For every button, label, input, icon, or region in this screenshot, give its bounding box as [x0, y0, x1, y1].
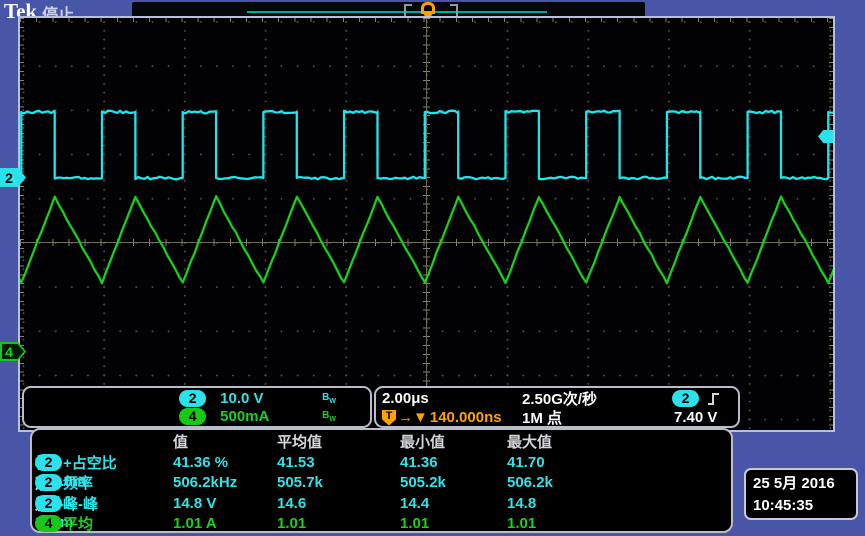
measurement-row-frequency: 2 频率 506.2kHz505.7k 505.2k506.2k 687.1	[32, 472, 731, 493]
ch2-readout[interactable]: 2 10.0 V BW	[28, 389, 336, 407]
ch2-badge[interactable]: 2	[179, 390, 206, 407]
ch4-readout[interactable]: 4 500mA BW	[28, 407, 336, 425]
sample-rate-readout: 2.50G次/秒	[522, 388, 660, 409]
ch4-scale: 500mA	[220, 408, 308, 425]
ch2-badge[interactable]: 2	[35, 454, 62, 471]
ch4-badge[interactable]: 4	[35, 515, 62, 532]
record-length-readout: 1M 点	[522, 407, 660, 428]
ch4-triangle-waveform	[20, 196, 833, 283]
measurement-row-mean: 4 平均 1.01 A1.01 1.011.01 2.40m	[32, 513, 731, 534]
time-label: 10:45:35	[753, 495, 856, 517]
bandwidth-limit-icon: BW	[322, 392, 336, 405]
ch2-scale: 10.0 V	[220, 390, 308, 407]
horizontal-trigger-panel: 2.00μs 2.50G次/秒 2 T→▼140.000ns 1M 点 7.40…	[374, 386, 740, 428]
trigger-source-readout[interactable]: 2	[660, 390, 732, 407]
col-min: 最小值	[400, 431, 507, 452]
datetime-box: 25 5月 2016 10:45:35	[744, 468, 858, 520]
trigger-t-icon: T	[382, 410, 396, 426]
ch4-badge[interactable]: 4	[179, 408, 206, 425]
ch2-badge[interactable]: 2	[35, 495, 62, 512]
graticule-area	[18, 16, 835, 432]
trigger-level-readout[interactable]: 7.40 V	[660, 409, 732, 426]
ch2-square-waveform	[20, 111, 833, 180]
col-max: 最大值	[507, 431, 731, 452]
measurements-panel: 值 平均值 最小值 最大值 标准差 2 +占空比 41.36 %41.53 41…	[30, 428, 733, 533]
channel-readout-panel: 2 10.0 V BW 4 500mA BW	[22, 386, 372, 428]
measurement-row-duty: 2 +占空比 41.36 %41.53 41.3641.70 236.8m	[32, 452, 731, 473]
oscilloscope-screen: Tek 停止 T 2 4 2 10.0 V BW 4 500mA BW	[0, 0, 865, 536]
trigger-delay-readout[interactable]: T→▼140.000ns	[382, 409, 522, 426]
trigger-source-badge[interactable]: 2	[672, 390, 699, 407]
bandwidth-limit-icon: BW	[322, 410, 336, 423]
measurement-row-peak-peak: 2 峰-峰 14.8 V14.6 14.414.8 281m	[32, 493, 731, 514]
ch2-badge[interactable]: 2	[35, 474, 62, 491]
date-label: 25 5月 2016	[753, 473, 856, 495]
timebase-readout[interactable]: 2.00μs	[382, 390, 522, 407]
col-value: 值	[173, 431, 277, 452]
trigger-delay-value: 140.000ns	[430, 409, 502, 426]
rising-edge-icon	[707, 391, 721, 407]
trigger-delay-arrows: →▼	[398, 409, 428, 426]
col-mean: 平均值	[277, 431, 400, 452]
measurements-header-row: 值 平均值 最小值 最大值 标准差	[32, 431, 731, 452]
record-waveform-line	[247, 11, 547, 13]
